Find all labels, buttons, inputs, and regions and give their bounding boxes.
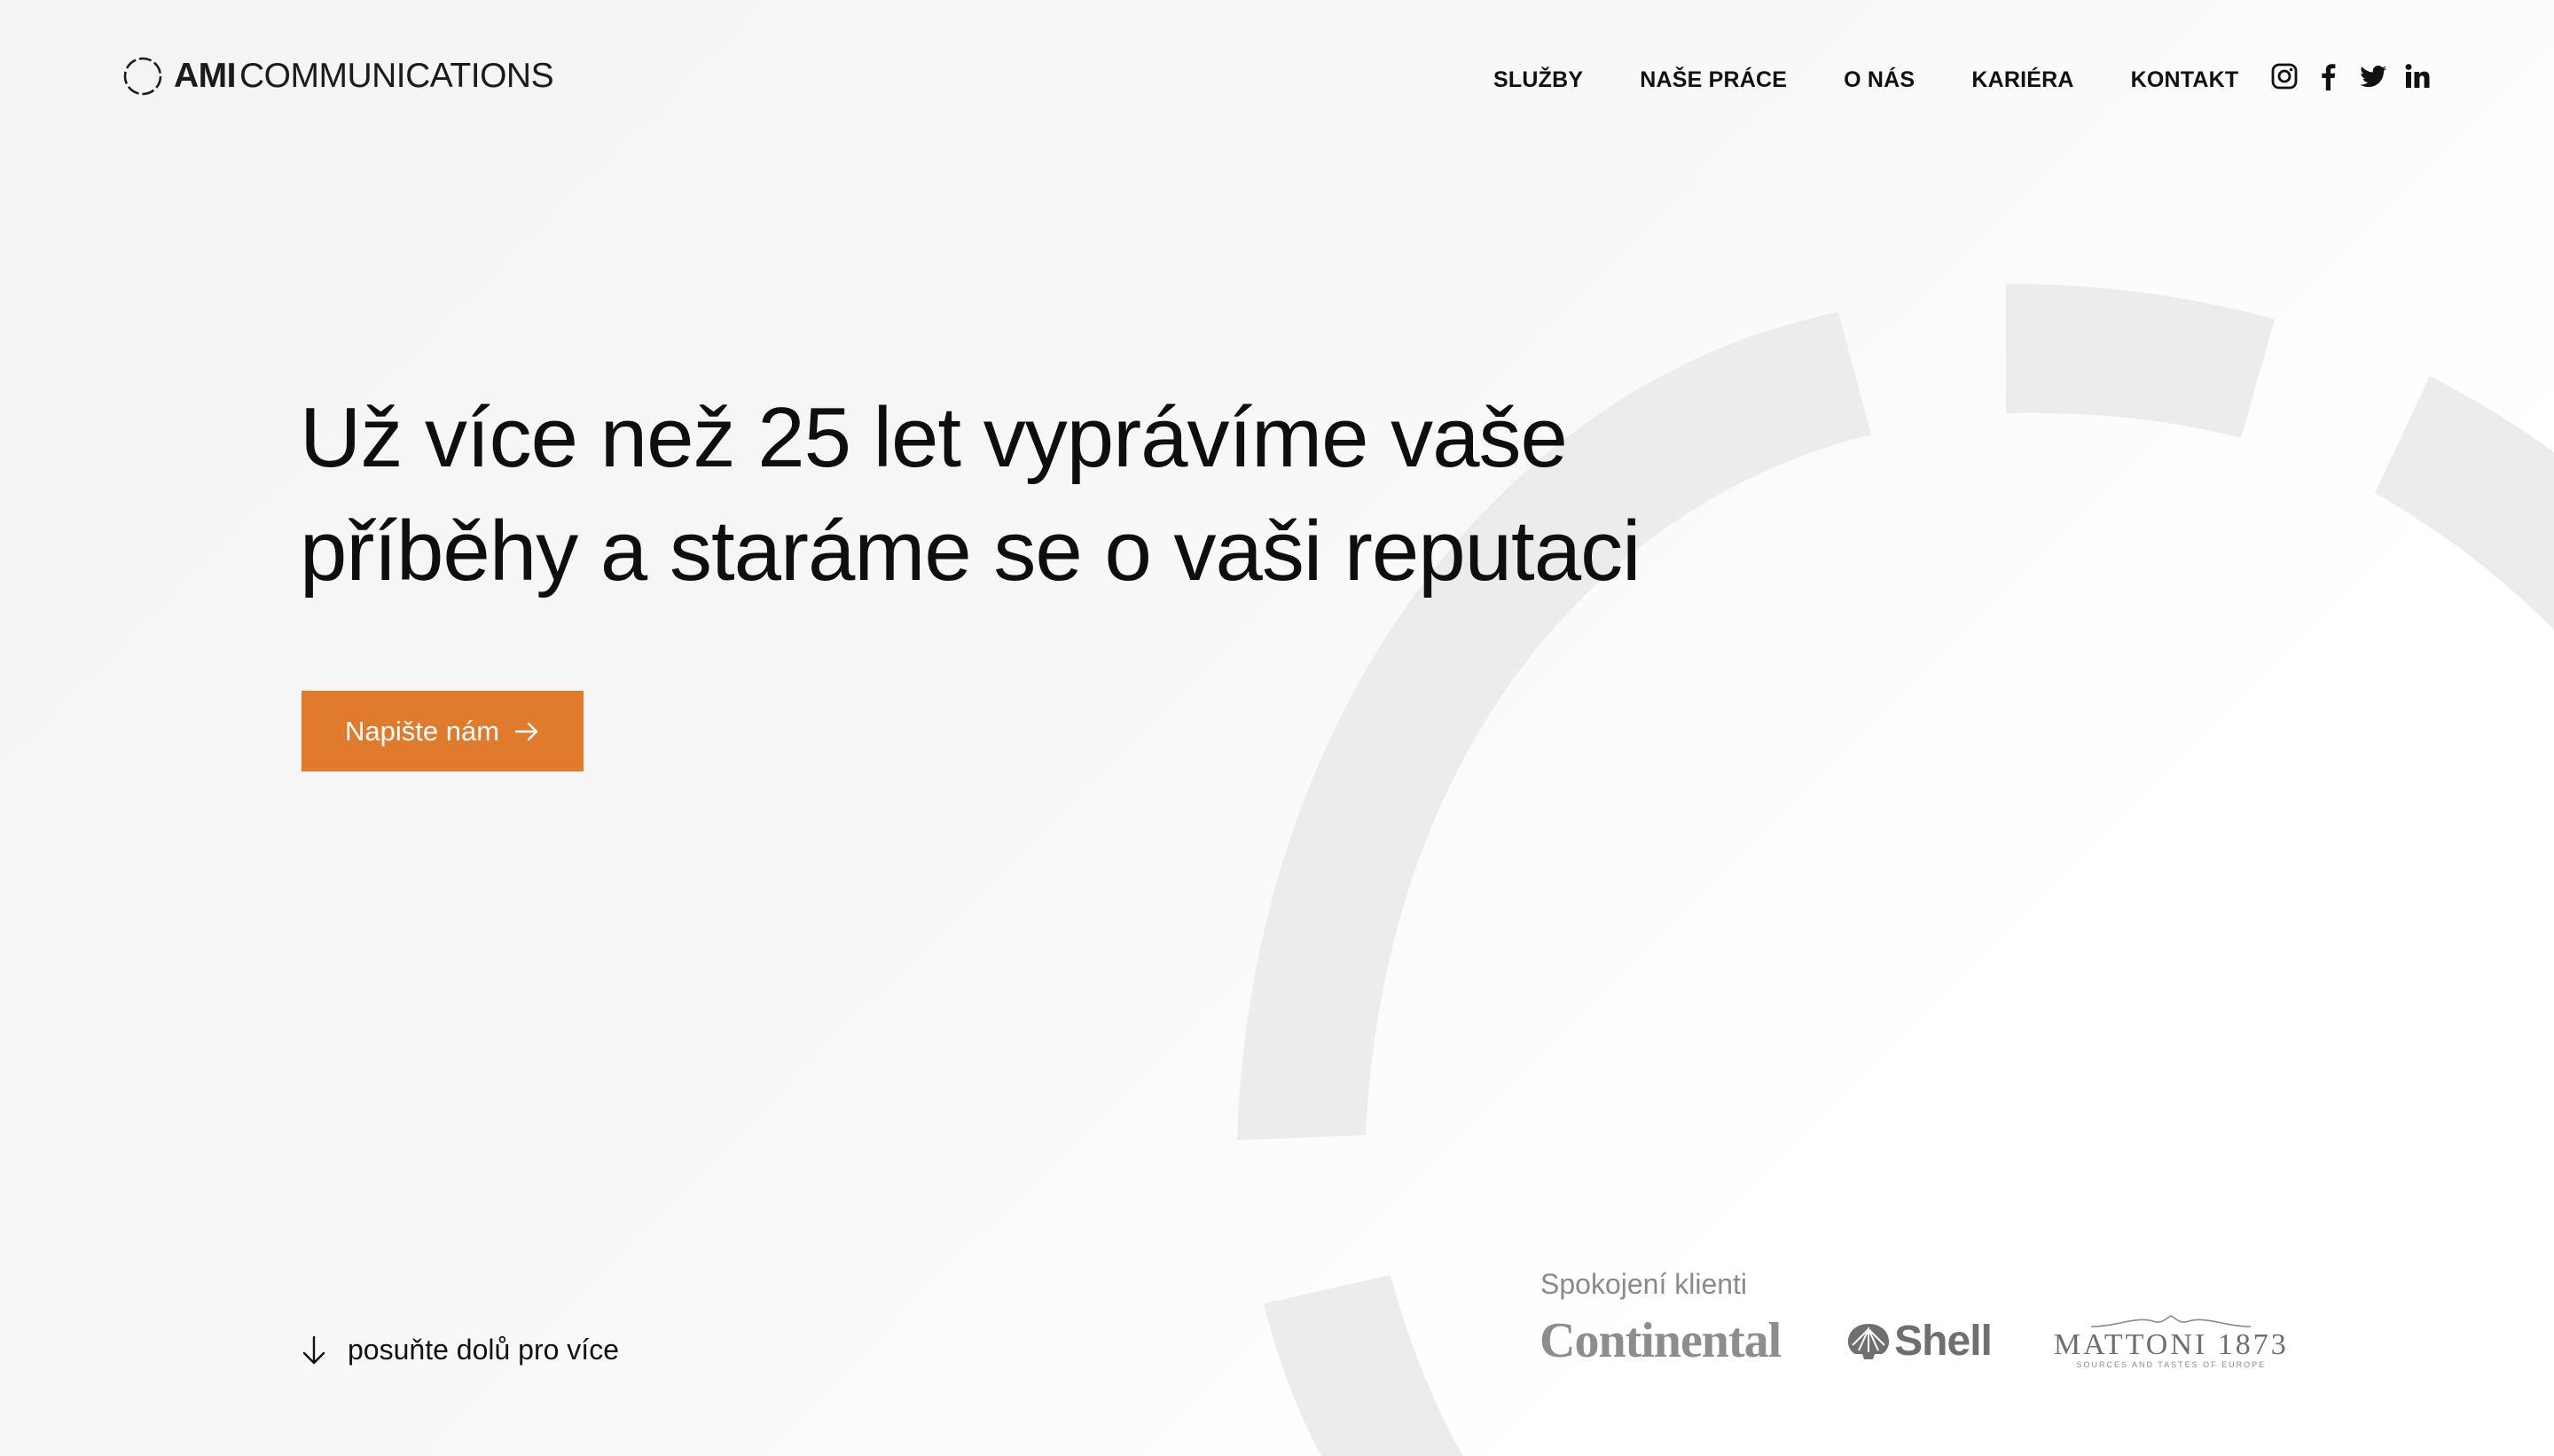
brand-logo[interactable]: AMI COMMUNICATIONS bbox=[122, 55, 554, 98]
mattoni-wordmark: MATTONI 1873 bbox=[2053, 1328, 2289, 1361]
nav-item-about[interactable]: O NÁS bbox=[1844, 62, 1915, 98]
nav-item-our-work[interactable]: NAŠE PRÁCE bbox=[1640, 62, 1787, 98]
social-links bbox=[2268, 59, 2433, 94]
brand-name-bold: AMI bbox=[174, 57, 237, 95]
clients-label: Spokojení klienti bbox=[1540, 1268, 1748, 1300]
arrow-down-icon bbox=[302, 1335, 325, 1364]
hero-title: Už více než 25 let vyprávíme vaše příběh… bbox=[300, 381, 1719, 608]
contact-us-button-label: Napište nám bbox=[344, 715, 500, 747]
facebook-icon[interactable] bbox=[2313, 59, 2345, 94]
mattoni-flourish-icon bbox=[2091, 1315, 2252, 1327]
brand-name: AMI COMMUNICATIONS bbox=[174, 57, 554, 96]
instagram-icon[interactable] bbox=[2268, 59, 2300, 94]
circle-logo-icon bbox=[123, 57, 162, 96]
shell-wordmark: Shell bbox=[1894, 1317, 1993, 1365]
shell-logo: Shell bbox=[1845, 1317, 1993, 1366]
scroll-down-hint[interactable]: posuňte dolů pro více bbox=[300, 1334, 619, 1366]
hero-title-line-1: Už více než 25 let vyprávíme vaše bbox=[300, 390, 1568, 485]
linkedin-icon[interactable] bbox=[2401, 59, 2433, 94]
brand-name-light: COMMUNICATIONS bbox=[239, 57, 554, 95]
mattoni-tagline: SOURCES AND TASTES OF EUROPE bbox=[2076, 1360, 2267, 1369]
nav-item-career[interactable]: KARIÉRA bbox=[1971, 62, 2073, 98]
mattoni-logo: MATTONI 1873 SOURCES AND TASTES OF EUROP… bbox=[2054, 1312, 2289, 1369]
continental-logo: Continental bbox=[1539, 1313, 1782, 1368]
main-nav: SLUŽBY NAŠE PRÁCE O NÁS KARIÉRA KONTAKT bbox=[1493, 62, 2238, 98]
shell-pecten-icon bbox=[1848, 1324, 1890, 1359]
twitter-icon[interactable] bbox=[2357, 59, 2389, 94]
nav-item-contact[interactable]: KONTAKT bbox=[2131, 62, 2239, 98]
hero-title-line-2: příběhy a staráme se o vaši reputaci bbox=[300, 504, 1641, 599]
contact-us-button[interactable]: Napište nám bbox=[302, 691, 584, 771]
scroll-down-label: posuňte dolů pro více bbox=[348, 1334, 619, 1366]
nav-item-services[interactable]: SLUŽBY bbox=[1493, 62, 1583, 98]
client-logos: Continental Shell MATTONI 1873 SOURCES A… bbox=[1539, 1312, 2289, 1369]
arrow-right-icon bbox=[514, 722, 538, 740]
